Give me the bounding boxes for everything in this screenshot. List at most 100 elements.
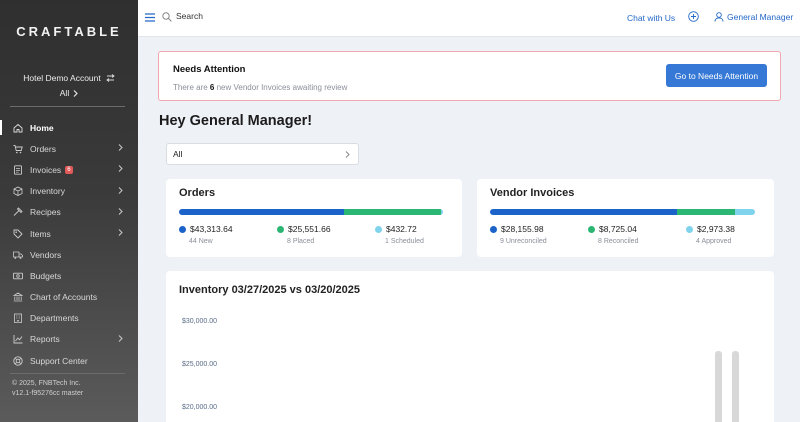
- orders-card[interactable]: Orders $43,313.64 44 New $25,551.66 8 Place…: [166, 179, 462, 257]
- stat-amount: $2,973.38: [697, 224, 735, 234]
- sidebar-item-reports[interactable]: Reports: [0, 329, 138, 350]
- vendor-invoices-progress-bar: [490, 209, 755, 215]
- copyright-text: © 2025, FNBTech Inc.: [12, 380, 81, 387]
- stat-label: 9 Unreconciled: [500, 238, 547, 245]
- progress-segment: [344, 209, 442, 215]
- attention-text-prefix: There are: [173, 83, 208, 92]
- progress-segment: [179, 209, 344, 215]
- legend-dot: [179, 226, 186, 233]
- summary-stat[interactable]: $432.72 1 Scheduled: [375, 224, 424, 245]
- stat-amount: $8,725.04: [599, 224, 637, 234]
- stat-amount: $432.72: [386, 224, 417, 234]
- sidebar-item-vendors[interactable]: Vendors: [0, 244, 138, 265]
- building-icon: [14, 313, 22, 324]
- summary-stat[interactable]: $43,313.64 44 New: [179, 224, 233, 245]
- top-bar: Chat with Us General Manager: [138, 0, 800, 37]
- add-circle-icon[interactable]: [688, 11, 699, 22]
- sidebar-item-inventory[interactable]: Inventory: [0, 181, 138, 202]
- chevron-right-icon: [345, 151, 350, 158]
- user-menu[interactable]: General Manager: [714, 12, 793, 22]
- vendor-invoices-card[interactable]: Vendor Invoices $28,155.98 9 Unreconciled…: [477, 179, 774, 257]
- chevron-right-icon: [118, 229, 123, 236]
- account-switcher[interactable]: Hotel Demo Account All: [0, 73, 138, 98]
- sidebar-item-home[interactable]: Home: [0, 117, 138, 138]
- vendor-invoices-title: Vendor Invoices: [490, 187, 575, 199]
- attention-text-suffix: new Vendor Invoices awaiting review: [216, 83, 348, 92]
- sidebar-divider: [10, 373, 125, 374]
- needs-attention-description: There are 6 new Vendor Invoices awaiting…: [173, 83, 347, 92]
- money-icon: [13, 272, 23, 280]
- chevron-right-icon: [118, 165, 123, 173]
- stat-label: 8 Placed: [287, 238, 315, 245]
- summary-stat[interactable]: $25,551.66 8 Placed: [277, 224, 331, 245]
- sidebar-item-items[interactable]: Items: [0, 223, 138, 244]
- progress-segment: [441, 209, 443, 215]
- location-filter-select[interactable]: All: [166, 143, 359, 165]
- sidebar-item-label: Departments: [30, 313, 79, 324]
- sidebar-divider: [10, 106, 125, 107]
- chevron-right-icon: [118, 207, 123, 215]
- sidebar-footer: © 2025, FNBTech Inc. v12.1-f95276cc mast…: [12, 379, 83, 399]
- sidebar-item-support-center[interactable]: Support Center: [0, 350, 138, 371]
- filter-selected-value: All: [173, 149, 183, 159]
- summary-stat[interactable]: $28,155.98 9 Unreconciled: [490, 224, 547, 245]
- chat-with-us-link[interactable]: Chat with Us: [627, 13, 675, 23]
- home-icon: [13, 123, 23, 133]
- sidebar-item-label: Inventory: [30, 186, 65, 197]
- go-to-needs-attention-button[interactable]: Go to Needs Attention: [666, 64, 767, 87]
- sidebar-item-recipes[interactable]: Recipes: [0, 202, 138, 223]
- sidebar-item-label: Support Center: [30, 355, 88, 366]
- craftable-logo[interactable]: CRAFTABLE: [0, 24, 138, 39]
- legend-dot: [490, 226, 497, 233]
- sidebar-item-label: Vendors: [30, 249, 62, 260]
- summary-stat[interactable]: $2,973.38 4 Approved: [686, 224, 735, 245]
- orders-title: Orders: [179, 187, 216, 199]
- needs-attention-title: Needs Attention: [173, 64, 246, 75]
- sidebar-item-label: Orders: [30, 143, 56, 154]
- summary-stat[interactable]: $8,725.04 8 Reconciled: [588, 224, 638, 245]
- sidebar-nav: Home Orders Invoices 6 Inventory Recipes Items…: [0, 117, 138, 371]
- account-scope: All: [59, 88, 70, 98]
- legend-dot: [277, 226, 284, 233]
- chevron-right-icon: [118, 186, 123, 194]
- orders-progress-bar: [179, 209, 443, 215]
- chart-icon: [13, 335, 23, 344]
- sidebar-item-departments[interactable]: Departments: [0, 308, 138, 329]
- invoice-icon: [14, 165, 22, 175]
- progress-segment: [677, 209, 736, 215]
- legend-dot: [686, 226, 693, 233]
- y-tick-label: $25,000.00: [182, 361, 218, 368]
- stat-amount: $28,155.98: [501, 224, 544, 234]
- stat-amount: $43,313.64: [190, 224, 233, 234]
- account-name: Hotel Demo Account: [23, 73, 101, 83]
- truck-icon: [13, 251, 23, 259]
- sidebar-item-budgets[interactable]: Budgets: [0, 265, 138, 286]
- sidebar-item-invoices[interactable]: Invoices 6: [0, 159, 138, 180]
- cart-icon: [13, 144, 23, 154]
- inventory-card: Inventory 03/27/2025 vs 03/20/2025 $30,0…: [166, 271, 774, 422]
- stat-amount: $25,551.66: [288, 224, 331, 234]
- chevron-right-icon: [118, 144, 123, 152]
- inventory-bar[interactable]: [715, 351, 722, 422]
- sidebar-item-chart-of-accounts[interactable]: Chart of Accounts: [0, 287, 138, 308]
- tag-icon: [13, 229, 23, 239]
- sidebar-item-label: Recipes: [30, 207, 61, 218]
- sidebar: CRAFTABLE Hotel Demo Account All Home Ord…: [0, 0, 138, 422]
- legend-dot: [588, 226, 595, 233]
- stat-label: 44 New: [189, 238, 213, 245]
- switch-arrows-icon[interactable]: [105, 74, 115, 82]
- sidebar-item-label: Budgets: [30, 270, 62, 281]
- sidebar-item-label: Items: [30, 228, 51, 239]
- hamburger-menu-icon[interactable]: [145, 13, 155, 22]
- sidebar-item-orders[interactable]: Orders: [0, 138, 138, 159]
- search-icon: [162, 12, 172, 22]
- inventory-bar[interactable]: [732, 351, 739, 422]
- box-icon: [13, 186, 23, 197]
- legend-dot: [375, 226, 382, 233]
- needs-attention-card: Needs Attention There are 6 new Vendor I…: [158, 51, 781, 101]
- recipe-icon: [13, 207, 23, 217]
- bank-icon: [13, 292, 23, 302]
- search-input[interactable]: [176, 11, 376, 21]
- chevron-right-icon: [73, 89, 78, 97]
- inventory-title: Inventory 03/27/2025 vs 03/20/2025: [179, 284, 361, 296]
